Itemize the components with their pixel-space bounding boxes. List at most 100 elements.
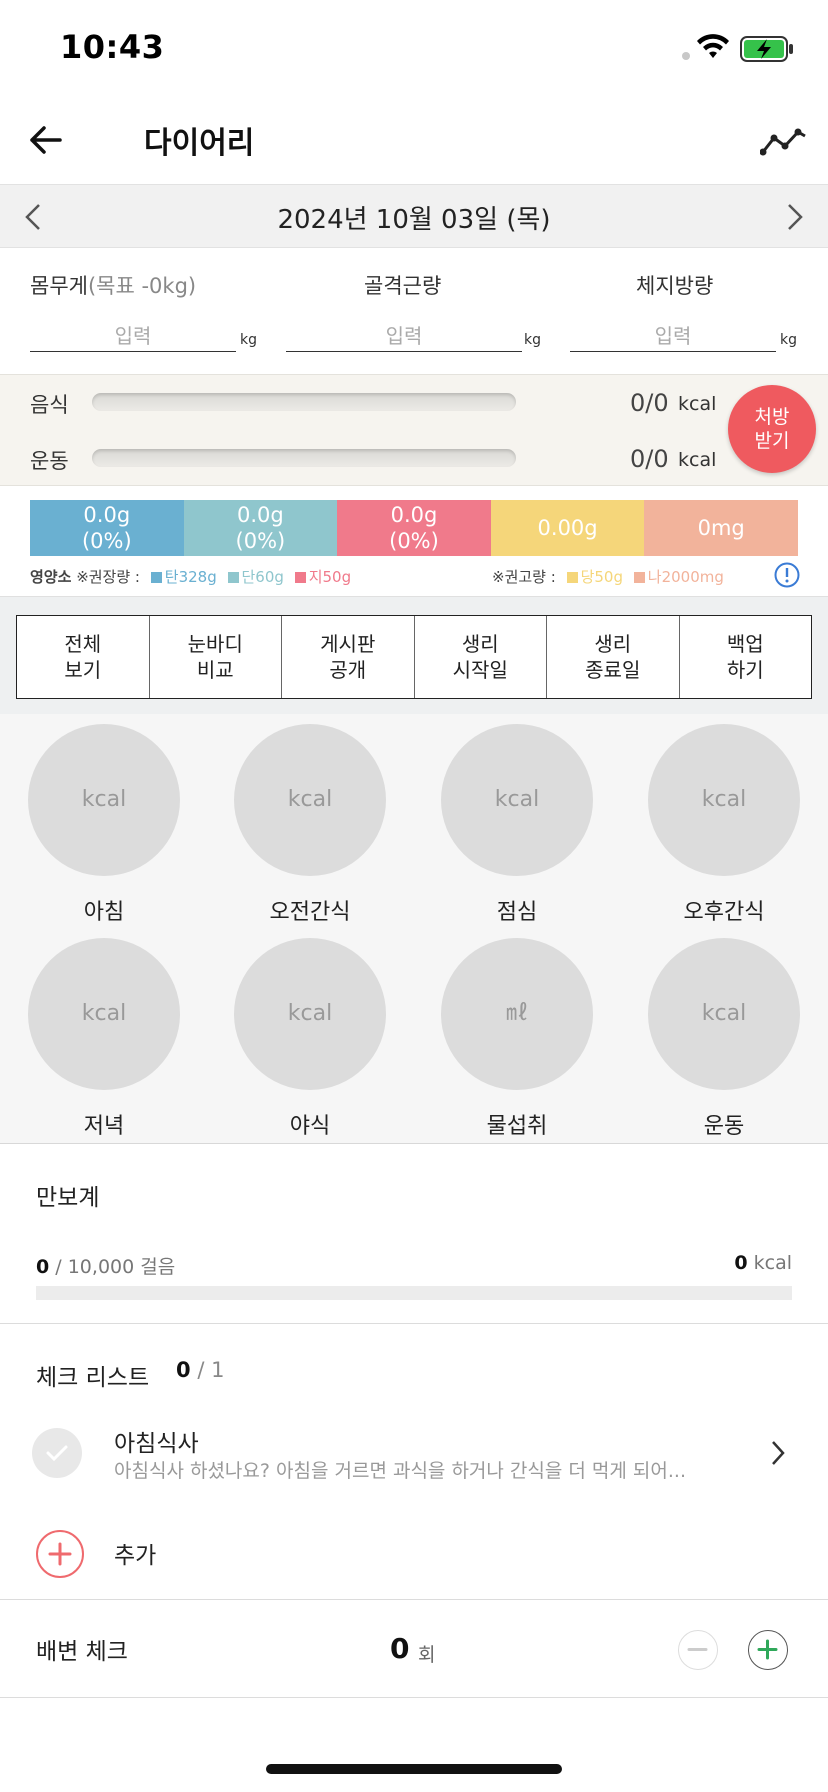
bowel-check-title: 배변 체크 <box>36 1639 128 1665</box>
check-icon <box>46 1445 68 1462</box>
meal-dinner-label: 저녁 <box>83 1114 125 1139</box>
meal-late-night-label: 야식 <box>289 1114 331 1139</box>
body-fat-unit: kg <box>780 332 797 348</box>
body-metrics: 몸무게(목표 -0kg) 골격근량 체지방량 입력 kg 입력 kg 입력 kg <box>0 248 828 374</box>
protein-segment: 0.0g (0%) <box>183 500 338 556</box>
legend-recommended-note: ※권장량 : <box>76 568 140 586</box>
info-icon[interactable] <box>774 562 800 588</box>
meal-afternoon-snack-circle[interactable]: kcal <box>648 724 800 876</box>
steps-kcal-value: 0 <box>734 1252 748 1274</box>
checklist-item-description: 아침식사 하셨나요? 아침을 거르면 과식을 하거나 간식을 더 먹게 되어..… <box>114 1460 687 1482</box>
current-date[interactable]: 2024년 10월 03일 (목) <box>0 199 828 236</box>
meal-morning-snack[interactable]: kcal 오전간식 <box>230 724 390 926</box>
meal-late-night[interactable]: kcal 야식 <box>230 938 390 1140</box>
carb-segment: 0.0g (0%) <box>30 500 184 556</box>
meal-grid: kcal 아침 kcal 오전간식 kcal 점심 kcal 오후간식 kcal… <box>0 714 828 1144</box>
add-checklist-label[interactable]: 추가 <box>114 1536 156 1570</box>
weight-input[interactable]: 입력 <box>30 318 236 352</box>
board-line2: 공개 <box>329 658 367 682</box>
bowel-count: 0 <box>390 1632 410 1665</box>
exercise-entry-circle[interactable]: kcal <box>648 938 800 1090</box>
steps-kcal-unit: kcal <box>753 1252 792 1274</box>
nutrient-legend-recommended: 영양소 ※권장량 : 탄328g 단60g 지50g <box>30 566 351 587</box>
fat-percent: (0%) <box>389 529 439 553</box>
eyebody-compare-button[interactable]: 눈바디 비교 <box>150 616 282 698</box>
backup-line1: 백업 <box>726 632 764 656</box>
legend-sodium: 나2000mg <box>647 568 724 586</box>
food-calorie-value: 0/0 <box>630 389 669 417</box>
plus-icon <box>48 1542 72 1566</box>
sugar-segment: 0.00g <box>490 500 645 556</box>
board-publish-button[interactable]: 게시판 공개 <box>282 616 415 698</box>
home-indicator <box>266 1764 562 1774</box>
status-dot <box>682 52 690 60</box>
meal-breakfast-circle[interactable]: kcal <box>28 724 180 876</box>
checklist-item-title[interactable]: 아침식사 <box>114 1424 199 1458</box>
meal-dinner[interactable]: kcal 저녁 <box>24 938 184 1140</box>
period-start-button[interactable]: 생리 시작일 <box>415 616 547 698</box>
muscle-unit: kg <box>524 332 541 348</box>
meal-morning-snack-label: 오전간식 <box>269 900 351 925</box>
period-end-line2: 종료일 <box>585 658 641 682</box>
chevron-right-icon[interactable] <box>768 1438 788 1468</box>
minus-icon <box>687 1648 708 1651</box>
meal-lunch-label: 점심 <box>496 900 538 925</box>
steps-goal: / 10,000 걸음 <box>55 1256 176 1278</box>
water-intake-label: 물섭취 <box>486 1114 548 1139</box>
muscle-input[interactable]: 입력 <box>286 318 522 352</box>
legend-protein: 단60g <box>241 568 284 586</box>
meal-lunch-circle[interactable]: kcal <box>441 724 593 876</box>
muscle-label: 골격근량 <box>364 274 442 298</box>
exercise-entry[interactable]: kcal 운동 <box>644 938 804 1140</box>
plus-icon <box>757 1639 778 1660</box>
increment-button[interactable] <box>748 1630 788 1670</box>
decrement-button[interactable] <box>678 1630 718 1670</box>
status-bar: 10:43 <box>0 0 828 100</box>
checkbox-breakfast[interactable] <box>32 1428 82 1478</box>
meal-morning-snack-circle[interactable]: kcal <box>234 724 386 876</box>
meal-breakfast[interactable]: kcal 아침 <box>24 724 184 926</box>
period-end-button[interactable]: 생리 종료일 <box>547 616 680 698</box>
bowel-check-section: 배변 체크 0 회 <box>0 1600 828 1698</box>
period-start-line1: 생리 <box>461 632 499 656</box>
checklist-title: 체크 리스트 <box>36 1365 150 1391</box>
eyebody-line2: 비교 <box>196 658 234 682</box>
exercise-calorie-bar <box>92 449 516 467</box>
arrow-left-icon[interactable] <box>26 120 66 160</box>
trend-line-icon[interactable] <box>760 122 808 162</box>
meal-dinner-circle[interactable]: kcal <box>28 938 180 1090</box>
steps-count: 0 / 10,000 걸음 <box>36 1252 175 1279</box>
water-intake-circle[interactable]: ㎖ <box>441 938 593 1090</box>
date-navigator: 2024년 10월 03일 (목) <box>0 184 828 248</box>
chevron-right-icon[interactable] <box>784 201 806 233</box>
meal-afternoon-snack[interactable]: kcal 오후간식 <box>644 724 804 926</box>
water-intake[interactable]: ㎖ 물섭취 <box>437 938 597 1140</box>
exercise-label: 운동 <box>30 449 69 473</box>
prescription-button[interactable]: 처방 받기 <box>728 385 816 473</box>
app-header: 다이어리 <box>0 100 828 184</box>
wifi-icon <box>697 34 729 58</box>
backup-button[interactable]: 백업 하기 <box>680 616 812 698</box>
body-fat-input[interactable]: 입력 <box>570 318 776 352</box>
steps-progress-bar <box>36 1286 792 1300</box>
sugar-swatch <box>566 572 578 583</box>
fat-segment: 0.0g (0%) <box>337 500 491 556</box>
food-calorie-bar <box>92 393 516 411</box>
action-bar: 전체 보기 눈바디 비교 게시판 공개 생리 시작일 생리 종료일 백업 하기 <box>0 596 828 714</box>
fat-swatch <box>294 572 306 583</box>
weight-goal: (목표 -0kg) <box>87 274 197 298</box>
add-checklist-button[interactable] <box>36 1530 84 1578</box>
meal-afternoon-snack-label: 오후간식 <box>683 900 765 925</box>
weight-label: 몸무게(목표 -0kg) <box>30 270 196 300</box>
meal-late-night-circle[interactable]: kcal <box>234 938 386 1090</box>
action-buttons: 전체 보기 눈바디 비교 게시판 공개 생리 시작일 생리 종료일 백업 하기 <box>16 615 812 699</box>
prescription-button-line2: 받기 <box>754 430 790 452</box>
meal-lunch[interactable]: kcal 점심 <box>437 724 597 926</box>
checklist-section: 체크 리스트 0 / 1 아침식사 아침식사 하셨나요? 아침을 거르면 과식을… <box>0 1324 828 1600</box>
view-all-button[interactable]: 전체 보기 <box>17 616 150 698</box>
legend-advised-note: ※권고량 : <box>492 568 556 586</box>
view-all-line1: 전체 <box>64 632 102 656</box>
meal-breakfast-label: 아침 <box>83 900 125 925</box>
pedometer-section: 만보계 0 / 10,000 걸음 0 kcal <box>0 1144 828 1324</box>
sodium-amount: 0mg <box>697 516 745 540</box>
